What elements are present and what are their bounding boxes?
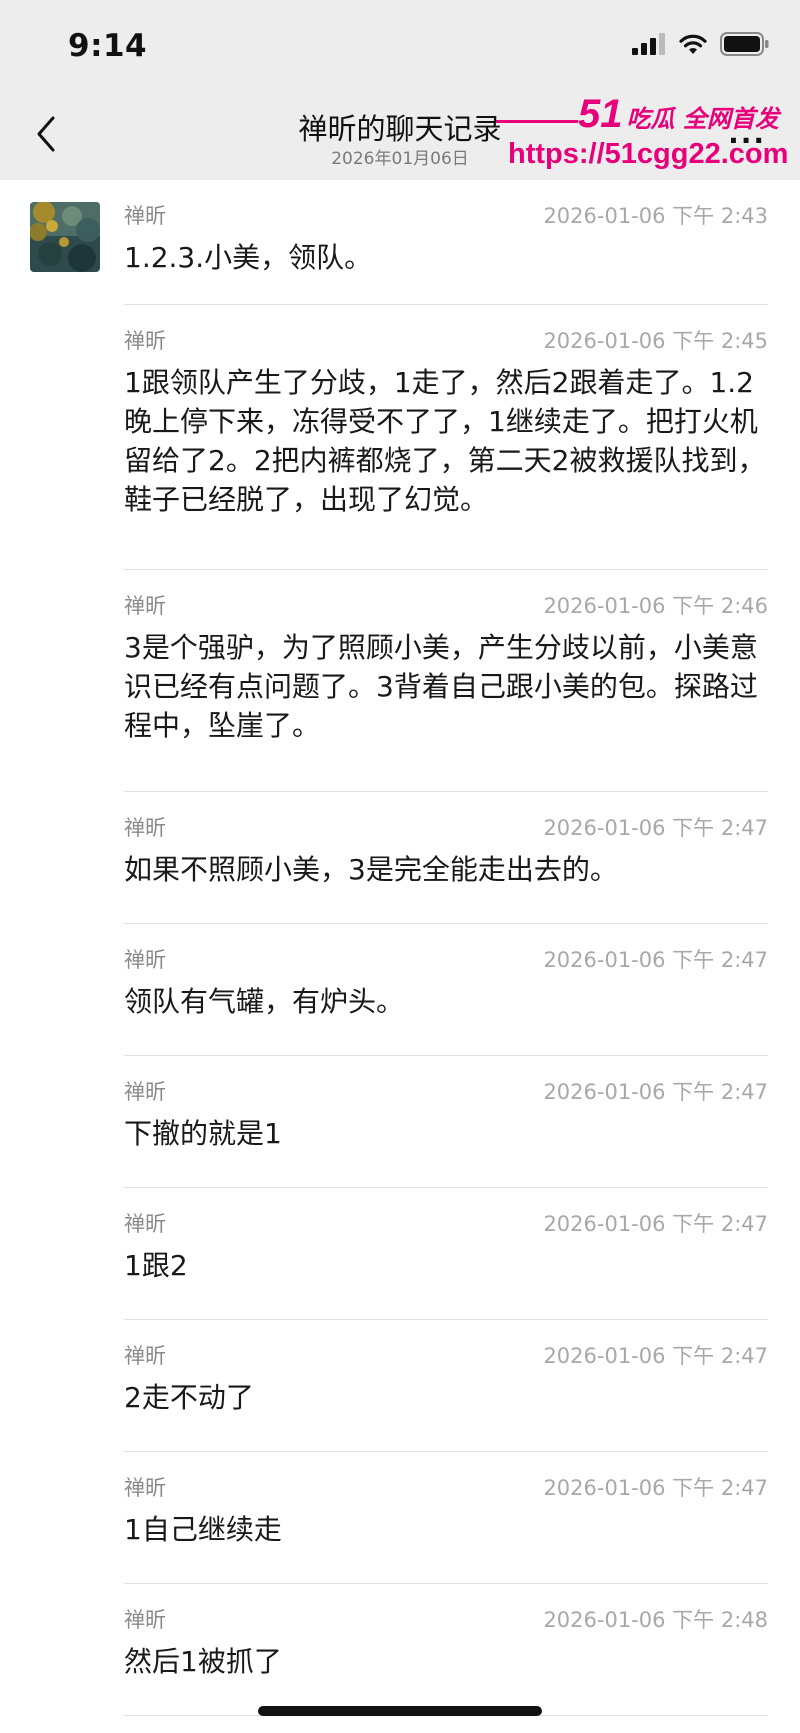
message-text: 1.2.3.小美，领队。 <box>124 241 373 274</box>
battery-icon <box>720 32 769 56</box>
avatar[interactable] <box>30 202 100 272</box>
watermark-url: https://51cgg22.com <box>508 138 789 170</box>
message-time: 2026-01-06 下午 2:47 <box>543 816 768 840</box>
chat-message[interactable]: 禅昕 2026-01-06 下午 2:47 下撤的就是1 <box>0 1056 800 1188</box>
watermark-line <box>496 120 578 123</box>
message-text: 3是个强驴，为了照顾小美，产生分歧以前，小美意识已经有点问题了。3背着自己跟小美… <box>124 631 758 742</box>
chat-message[interactable]: 禅昕 2026-01-06 下午 2:47 如果不照顾小美，3是完全能走出去的。 <box>0 792 800 924</box>
message-time: 2026-01-06 下午 2:45 <box>543 329 768 353</box>
message-time: 2026-01-06 下午 2:47 <box>543 1344 768 1368</box>
message-time: 2026-01-06 下午 2:47 <box>543 1080 768 1104</box>
chat-message[interactable]: 禅昕 2026-01-06 下午 2:47 2走不动了 <box>0 1320 800 1452</box>
sender-name: 禅昕 <box>124 204 166 228</box>
sender-name: 禅昕 <box>124 1608 166 1632</box>
sender-name: 禅昕 <box>124 948 166 972</box>
wifi-icon <box>679 34 707 54</box>
message-time: 2026-01-06 下午 2:46 <box>543 594 768 618</box>
sender-name: 禅昕 <box>124 594 166 618</box>
sender-name: 禅昕 <box>124 1476 166 1500</box>
watermark-brand: 51 吃瓜 全网首发 <box>578 92 779 137</box>
chat-message[interactable]: 禅昕 2026-01-06 下午 2:47 1跟2 <box>0 1188 800 1320</box>
status-time: 9:14 <box>68 28 148 64</box>
chat-history-list: 禅昕 2026-01-06 下午 2:43 1.2.3.小美，领队。 禅昕 20… <box>0 180 800 1716</box>
message-time: 2026-01-06 下午 2:47 <box>543 1212 768 1236</box>
chat-message[interactable]: 禅昕 2026-01-06 下午 2:45 1跟领队产生了分歧，1走了，然后2跟… <box>0 305 800 570</box>
status-bar: 9:14 <box>0 0 800 88</box>
message-text: 2走不动了 <box>124 1381 254 1414</box>
message-text: 如果不照顾小美，3是完全能走出去的。 <box>124 853 618 886</box>
chat-message[interactable]: 禅昕 2026-01-06 下午 2:43 1.2.3.小美，领队。 <box>0 180 800 305</box>
chat-message[interactable]: 禅昕 2026-01-06 下午 2:46 3是个强驴，为了照顾小美，产生分歧以… <box>0 570 800 792</box>
home-indicator[interactable] <box>258 1706 542 1716</box>
sender-name: 禅昕 <box>124 1344 166 1368</box>
sender-name: 禅昕 <box>124 1212 166 1236</box>
chat-message[interactable]: 禅昕 2026-01-06 下午 2:47 1自己继续走 <box>0 1452 800 1584</box>
chat-message[interactable]: 禅昕 2026-01-06 下午 2:47 领队有气罐，有炉头。 <box>0 924 800 1056</box>
cellular-signal-icon <box>632 33 665 55</box>
message-time: 2026-01-06 下午 2:47 <box>543 948 768 972</box>
sender-name: 禅昕 <box>124 329 166 353</box>
message-text: 1跟2 <box>124 1249 188 1282</box>
avatar-image <box>30 202 100 272</box>
chat-message[interactable]: 禅昕 2026-01-06 下午 2:48 然后1被抓了 <box>0 1584 800 1716</box>
message-text: 然后1被抓了 <box>124 1645 282 1678</box>
sender-name: 禅昕 <box>124 1080 166 1104</box>
status-icons <box>632 32 770 56</box>
watermark: 51 吃瓜 全网首发 https://51cgg22.com <box>496 92 800 176</box>
message-text: 下撤的就是1 <box>124 1117 282 1150</box>
message-time: 2026-01-06 下午 2:43 <box>543 204 768 228</box>
message-text: 1跟领队产生了分歧，1走了，然后2跟着走了。1.2晚上停下来，冻得受不了了，1继… <box>124 366 766 516</box>
watermark-brand-text: 吃瓜 全网首发 <box>626 105 779 133</box>
message-time: 2026-01-06 下午 2:48 <box>543 1608 768 1632</box>
message-time: 2026-01-06 下午 2:47 <box>543 1476 768 1500</box>
message-text: 1自己继续走 <box>124 1513 282 1546</box>
sender-name: 禅昕 <box>124 816 166 840</box>
message-text: 领队有气罐，有炉头。 <box>124 985 405 1018</box>
watermark-brand-number: 51 <box>578 92 623 136</box>
